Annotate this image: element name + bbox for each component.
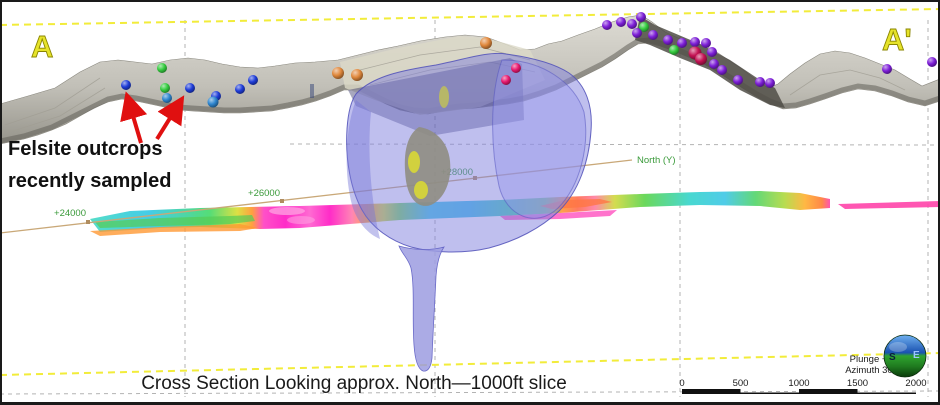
sample-point-green[interactable] (157, 63, 167, 73)
sample-point-green[interactable] (669, 45, 679, 55)
sample-point-orange[interactable] (332, 67, 344, 79)
orientation-globe-icon[interactable]: S E (884, 335, 926, 377)
sample-point-blue[interactable] (121, 80, 131, 90)
annotation-line2: recently sampled (8, 170, 171, 192)
section-label-a-prime: A' (882, 22, 912, 57)
section-label-a: A (31, 29, 53, 64)
sample-point-blue[interactable] (248, 75, 258, 85)
sample-point-pink[interactable] (501, 75, 511, 85)
axis-tick (280, 199, 284, 203)
sample-point-purple[interactable] (677, 38, 687, 48)
heatmap-hotspot (287, 216, 315, 224)
sample-point-purple[interactable] (927, 57, 937, 67)
scale-bar-label: 0 (679, 378, 684, 389)
sample-point-purple[interactable] (602, 20, 612, 30)
sample-point-blue[interactable] (185, 83, 195, 93)
sample-point-purple[interactable] (663, 35, 673, 45)
scale-bar-segment (799, 389, 858, 394)
sample-point-purple[interactable] (701, 38, 711, 48)
sample-point-purple[interactable] (707, 47, 717, 57)
cross-section-viewport: North (Y) +24000+26000+28000 Felsite out… (0, 0, 940, 405)
sample-point-purple[interactable] (755, 77, 765, 87)
mineral-zone-blob (408, 151, 420, 173)
sample-point-purple[interactable] (882, 64, 892, 74)
north-axis-label: North (Y) (637, 155, 676, 166)
sample-point-crimson[interactable] (695, 53, 707, 65)
sample-point-purple[interactable] (690, 37, 700, 47)
caption: Cross Section Looking approx. North—1000… (141, 373, 567, 394)
terrain-blue-streak (310, 84, 314, 98)
sample-point-purple[interactable] (616, 17, 626, 27)
axis-tick (86, 220, 90, 224)
sample-point-purple[interactable] (717, 65, 727, 75)
axis-tick-label: +24000 (54, 208, 86, 219)
sample-point-purple[interactable] (648, 30, 658, 40)
sample-point-purple[interactable] (733, 75, 743, 85)
annotation-line1: Felsite outcrops (8, 138, 162, 160)
sample-point-blue[interactable] (235, 84, 245, 94)
sample-point-azure[interactable] (162, 93, 172, 103)
heatmap-hotspot (269, 207, 305, 215)
sample-point-azure[interactable] (208, 97, 219, 108)
scale-bar-segment (682, 389, 741, 394)
sample-point-purple[interactable] (765, 78, 775, 88)
sample-point-pink[interactable] (511, 63, 521, 73)
scale-bar-segment (858, 393, 917, 395)
globe-letter-east: E (913, 350, 920, 361)
section-view-canvas[interactable]: North (Y) +24000+26000+28000 Felsite out… (0, 0, 940, 405)
scale-bar-label: 2000 (905, 378, 926, 389)
scale-bar-label: 500 (733, 378, 749, 389)
sample-point-purple[interactable] (636, 12, 646, 22)
mineral-zone-blob (414, 181, 428, 199)
sample-point-purple[interactable] (709, 59, 719, 69)
scale-bar-segment (741, 393, 800, 395)
mineral-zone-blob (439, 86, 449, 108)
axis-tick-label: +26000 (248, 188, 280, 199)
globe-letter-south: S (889, 352, 896, 363)
sample-point-orange[interactable] (351, 69, 363, 81)
sample-point-purple[interactable] (632, 28, 642, 38)
scale-bar-label: 1500 (847, 378, 868, 389)
sample-point-orange[interactable] (480, 37, 492, 49)
sample-point-green[interactable] (160, 83, 170, 93)
sample-point-purple[interactable] (627, 19, 637, 29)
scale-bar-label: 1000 (788, 378, 809, 389)
